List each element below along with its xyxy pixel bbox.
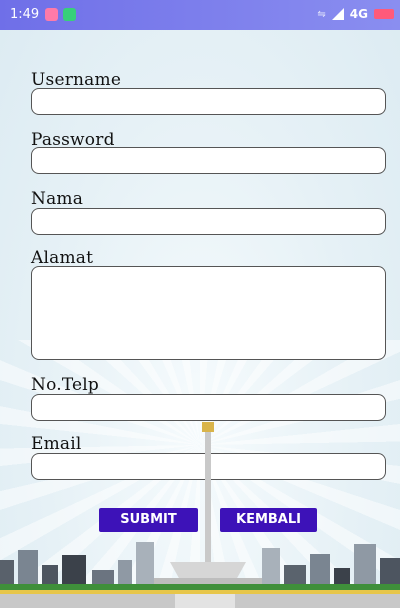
telp-field[interactable] xyxy=(31,394,386,421)
whatsapp-icon xyxy=(63,8,76,21)
monument-flame xyxy=(202,422,214,432)
monument-base xyxy=(170,562,246,580)
network-type: 4G xyxy=(349,7,368,21)
app-screen: 1:49 ⇋ 4G Username Password Nama Alamat … xyxy=(0,0,400,608)
telp-label: No.Telp xyxy=(31,375,100,395)
alamat-label: Alamat xyxy=(31,248,94,268)
wifi-icon: ⇋ xyxy=(317,8,326,20)
signal-icon xyxy=(331,8,344,20)
city-skyline-illustration xyxy=(0,422,400,608)
username-field[interactable] xyxy=(31,88,386,115)
monument-tower xyxy=(205,430,211,562)
status-bar: 1:49 ⇋ 4G xyxy=(0,0,400,30)
nama-label: Nama xyxy=(31,189,84,209)
battery-icon xyxy=(374,9,394,19)
alamat-textarea[interactable] xyxy=(31,266,386,360)
status-time: 1:49 xyxy=(10,7,40,22)
nama-field[interactable] xyxy=(31,208,386,235)
password-field[interactable] xyxy=(31,147,386,174)
notification-icon xyxy=(45,8,58,21)
kembali-button[interactable]: KEMBALI xyxy=(220,508,317,532)
username-label: Username xyxy=(31,70,122,90)
flower-row xyxy=(0,590,400,594)
submit-button[interactable]: SUBMIT xyxy=(99,508,198,532)
road xyxy=(175,594,235,608)
status-right: ⇋ 4G xyxy=(317,7,394,21)
